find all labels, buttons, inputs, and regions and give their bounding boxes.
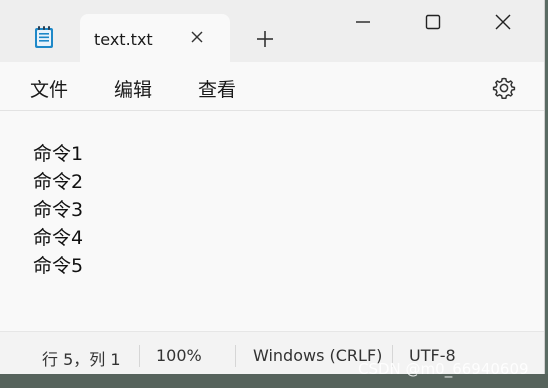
menu-edit[interactable]: 编辑 (114, 75, 152, 102)
editor-lines: 命令1 命令2 命令3 命令4 命令5 (33, 140, 83, 280)
maximize-button[interactable] (400, 0, 464, 44)
menu-file[interactable]: 文件 (30, 75, 68, 102)
editor-line: 命令5 (33, 255, 84, 277)
minimize-button[interactable] (330, 0, 394, 44)
cursor-position[interactable]: 行 5，列 1 (42, 346, 121, 370)
close-icon[interactable] (188, 28, 206, 46)
status-divider (139, 345, 140, 367)
tab-text-txt[interactable]: text.txt (80, 14, 230, 62)
status-divider (235, 345, 236, 367)
close-window-button[interactable] (470, 0, 534, 44)
watermark: CSDN @m0_66940609 (358, 360, 529, 378)
maximize-icon (425, 14, 441, 30)
close-icon (495, 14, 511, 30)
plus-icon[interactable] (254, 28, 276, 50)
minimize-icon (356, 21, 370, 23)
gear-icon[interactable] (490, 74, 518, 102)
editor-line: 命令3 (33, 199, 84, 221)
title-bar: text.txt (0, 0, 544, 62)
notepad-icon (34, 25, 54, 49)
notepad-window: text.txt 文件 编辑 查看 命令1 命令2 命令3 命令4 命令5 行 … (0, 0, 545, 374)
zoom-level[interactable]: 100% (156, 346, 202, 365)
menu-bar: 文件 编辑 查看 (0, 62, 544, 111)
tab-title: text.txt (94, 30, 153, 49)
text-editor[interactable]: 命令1 命令2 命令3 命令4 命令5 (0, 111, 544, 331)
menu-view[interactable]: 查看 (198, 75, 236, 102)
editor-line: 命令1 (33, 143, 84, 165)
editor-line: 命令4 (33, 227, 84, 249)
editor-line: 命令2 (33, 171, 84, 193)
